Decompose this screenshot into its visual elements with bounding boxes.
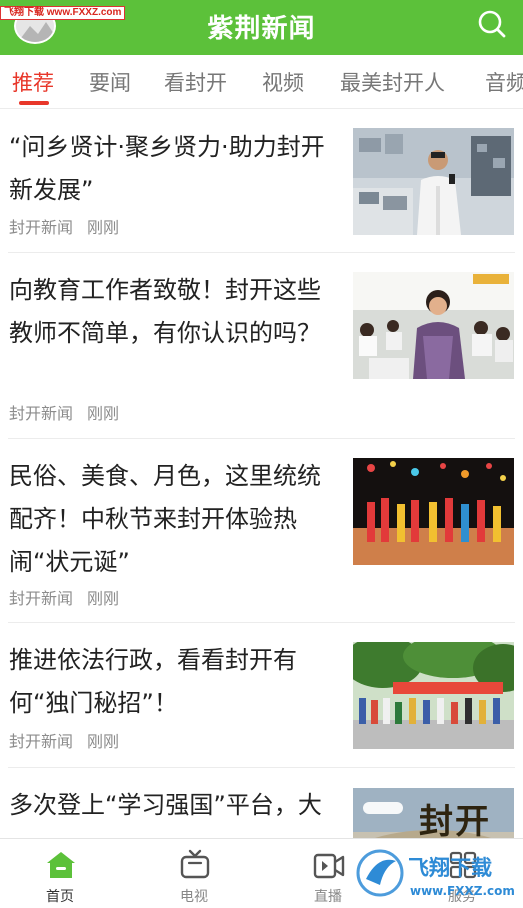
app-title: 紫荆新闻 bbox=[207, 14, 316, 44]
news-thumbnail bbox=[353, 272, 514, 379]
news-item[interactable]: 推进依法行政，看看封开有何“独门秘招”！ 封开新闻 刚刚 bbox=[0, 623, 523, 768]
news-title: 向教育工作者致敬！封开这些教师不简单，有你认识的吗？ bbox=[9, 276, 321, 347]
thumbnail-caption: 封开 bbox=[419, 802, 491, 838]
nav-label: 电视 bbox=[180, 889, 208, 905]
news-thumbnail bbox=[353, 458, 514, 565]
app-header: 飞翔下载 www.FXXZ.com 紫荆新闻 bbox=[0, 0, 523, 55]
tab-fengkai-people[interactable]: 最美封开人 bbox=[340, 67, 445, 97]
news-title: 多次登上“学习强国”平台，大 bbox=[9, 791, 322, 819]
news-time: 刚刚 bbox=[87, 589, 120, 608]
news-time: 刚刚 bbox=[87, 732, 120, 751]
news-title: 民俗、美食、月色，这里统统配齐！中秋节来封开体验热闹“状元诞” bbox=[9, 462, 321, 576]
category-tabs: 推荐 要闻 看封开 视频 最美封开人 音频 bbox=[0, 55, 523, 109]
tab-headlines[interactable]: 要闻 bbox=[89, 67, 131, 97]
news-source: 封开新闻 bbox=[9, 589, 74, 608]
news-thumbnail: 封开 bbox=[353, 788, 514, 838]
news-source: 封开新闻 bbox=[9, 732, 74, 751]
svg-text:飞翔下载: 飞翔下载 bbox=[408, 856, 492, 880]
home-icon bbox=[47, 852, 75, 878]
news-meta: 封开新闻 刚刚 bbox=[9, 728, 119, 752]
live-icon bbox=[313, 853, 345, 879]
news-thumbnail bbox=[353, 642, 514, 749]
news-source: 封开新闻 bbox=[9, 218, 74, 237]
brand-watermark-logo: 飞翔下载 www.FXXZ.com bbox=[356, 849, 515, 898]
tab-recommend[interactable]: 推荐 bbox=[12, 67, 54, 97]
svg-text:www.FXXZ.com: www.FXXZ.com bbox=[410, 884, 515, 898]
tab-audio[interactable]: 音频 bbox=[485, 67, 523, 97]
news-meta: 封开新闻 刚刚 bbox=[9, 400, 119, 424]
active-tab-indicator bbox=[19, 101, 49, 105]
news-title: 推进依法行政，看看封开有何“独门秘招”！ bbox=[9, 646, 297, 717]
search-icon bbox=[478, 10, 506, 38]
tab-fengkai[interactable]: 看封开 bbox=[164, 67, 227, 97]
news-list: “问乡贤计·聚乡贤力·助力封开新发展” 封开新闻 刚刚 向教育工作者致敬！封开这… bbox=[0, 110, 523, 838]
news-item[interactable]: 民俗、美食、月色，这里统统配齐！中秋节来封开体验热闹“状元诞” 封开新闻 刚刚 bbox=[0, 439, 523, 623]
news-thumbnail bbox=[353, 128, 514, 235]
news-meta: 封开新闻 刚刚 bbox=[9, 585, 119, 609]
news-time: 刚刚 bbox=[87, 404, 120, 423]
news-item[interactable]: 多次登上“学习强国”平台，大 封开 bbox=[0, 768, 523, 838]
tab-video[interactable]: 视频 bbox=[262, 67, 304, 97]
nav-label: 首页 bbox=[46, 889, 74, 905]
news-item[interactable]: 向教育工作者致敬！封开这些教师不简单，有你认识的吗？ 封开新闻 刚刚 bbox=[0, 253, 523, 439]
nav-tv[interactable]: 电视 bbox=[134, 839, 254, 908]
news-source: 封开新闻 bbox=[9, 404, 74, 423]
news-time: 刚刚 bbox=[87, 218, 120, 237]
tv-icon bbox=[180, 849, 210, 879]
news-meta: 封开新闻 刚刚 bbox=[9, 214, 119, 238]
news-title: “问乡贤计·聚乡贤力·助力封开新发展” bbox=[9, 133, 325, 204]
nav-home[interactable]: 首页 bbox=[0, 839, 120, 908]
news-item[interactable]: “问乡贤计·聚乡贤力·助力封开新发展” 封开新闻 刚刚 bbox=[0, 110, 523, 253]
search-button[interactable] bbox=[477, 9, 507, 39]
